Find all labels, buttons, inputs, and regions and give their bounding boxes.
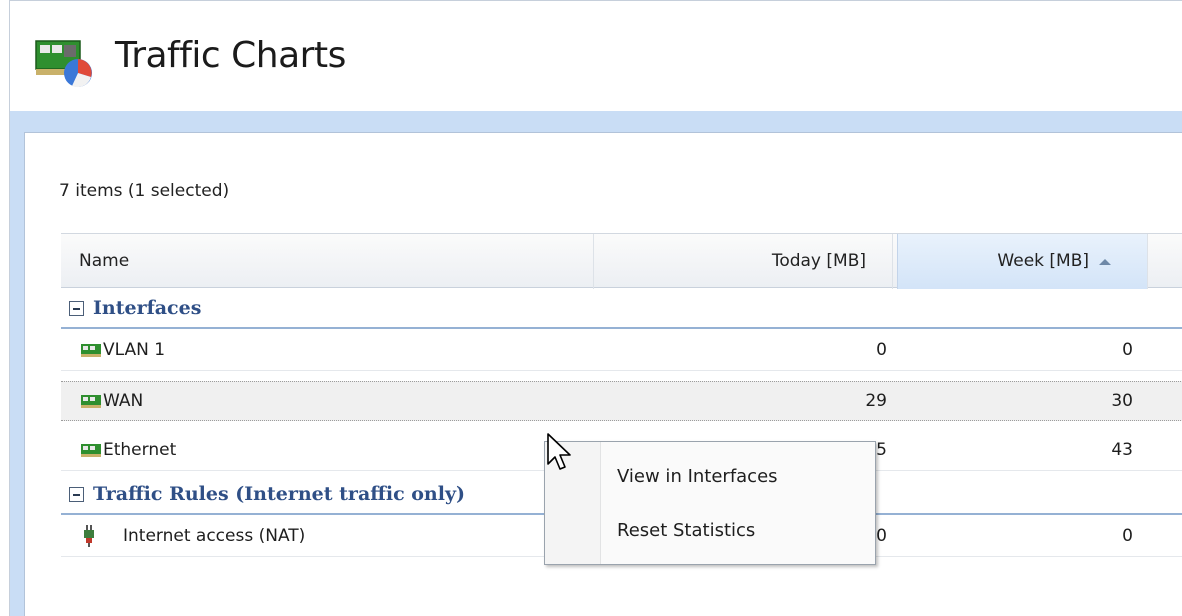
group-label: Interfaces	[93, 297, 202, 319]
page-title: Traffic Charts	[115, 35, 346, 76]
mouse-pointer-icon	[547, 433, 571, 470]
column-header-week[interactable]: Week [MB]	[897, 234, 1147, 289]
row-today-value: 0	[876, 340, 887, 360]
row-name: VLAN 1	[103, 340, 166, 360]
row-week-value: 0	[1122, 340, 1133, 360]
row-name: Internet access (NAT)	[123, 526, 306, 546]
traffic-rule-plug-icon	[84, 525, 94, 547]
column-header-today[interactable]: Today [MB]	[593, 234, 893, 289]
collapse-toggle-icon[interactable]	[69, 487, 84, 502]
sort-ascending-icon	[1099, 259, 1111, 265]
table-row[interactable]: VLAN 1 0 0	[61, 331, 1182, 371]
network-traffic-chart-icon	[35, 40, 92, 88]
row-week-value: 0	[1122, 526, 1133, 546]
items-count-label: 7 items (1 selected)	[59, 181, 230, 201]
menu-item-view-in-interfaces[interactable]: View in Interfaces	[617, 466, 778, 487]
group-header-interfaces[interactable]: Interfaces	[61, 289, 1182, 329]
group-label: Traffic Rules (Internet traffic only)	[93, 483, 465, 505]
table-row-selected[interactable]: WAN 29 30	[61, 381, 1182, 421]
network-card-icon	[81, 344, 101, 357]
column-header-name[interactable]: Name	[79, 234, 129, 289]
row-name: WAN	[103, 391, 144, 411]
row-name: Ethernet	[103, 440, 177, 460]
context-menu: View in Interfaces Reset Statistics	[544, 441, 876, 565]
window-left-border	[0, 0, 10, 616]
grid-header: Name Today [MB] Week [MB]	[61, 233, 1182, 289]
row-today-value: 29	[865, 391, 887, 411]
row-week-value: 43	[1111, 440, 1133, 460]
row-week-value: 30	[1111, 391, 1133, 411]
network-card-icon	[81, 395, 101, 408]
menu-item-reset-statistics[interactable]: Reset Statistics	[617, 520, 755, 541]
network-card-icon	[81, 444, 101, 457]
column-header-week-label: Week [MB]	[997, 251, 1089, 271]
collapse-toggle-icon[interactable]	[69, 301, 84, 316]
page-header: Traffic Charts	[10, 0, 1182, 111]
column-header-filler	[1147, 234, 1182, 289]
